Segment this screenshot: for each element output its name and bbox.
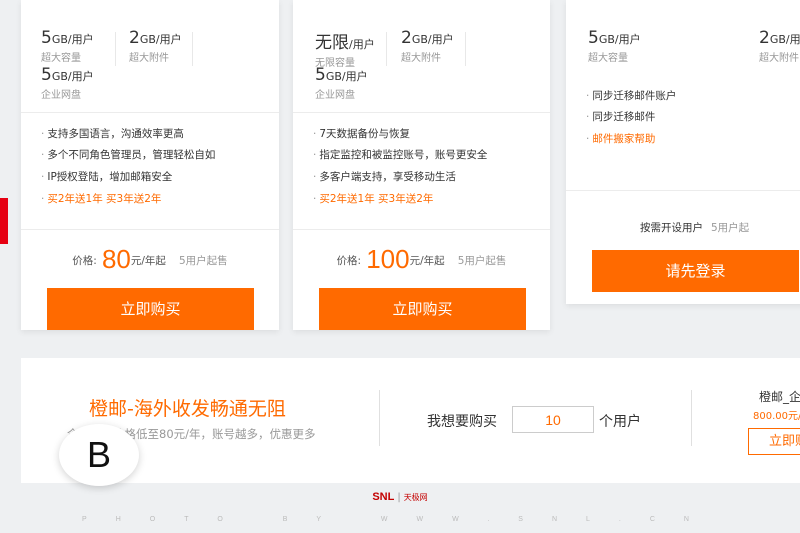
card-divider [293,229,550,230]
spec-netdisk: 5GB/用户 企业网盘 [315,65,368,101]
price-row: 价格: 100元/年起 5用户起售 [336,244,507,274]
side-tab-marker[interactable] [0,198,8,244]
price-amount: 80 [101,244,131,274]
feature-item: 同步迁移邮件 [586,109,655,124]
users-label: 个用户 [599,414,641,430]
feature-item: 支持多国语言，沟通效率更高 [41,126,184,141]
card-divider [21,229,279,230]
feature-item: IP授权登陆，增加邮箱安全 [41,169,172,184]
spec-storage: 无限/用户 无限容量 [315,33,375,69]
open-users-row: 按需开设用户 5用户起 [640,222,750,234]
login-button[interactable]: 请先登录 [592,250,799,292]
spec-divider [386,32,387,66]
purchase-divider [379,390,380,446]
product-price: 800.00元/ [753,411,800,422]
purchase-bar: 橙邮-海外收发畅通无阻 企业邮箱价格低至80元/年，账号越多，优惠更多 我想要购… [21,358,800,483]
card-divider [21,112,279,113]
min-users: 5用户起售 [457,255,507,267]
letter-badge: B [59,424,139,486]
feature-item: 同步迁移邮件账户 [586,88,676,103]
promo-link[interactable]: 买2年送1年 买3年送2年 [41,191,161,206]
footer-logo: SNL | 天极网 [372,491,428,503]
price-row: 价格: 80元/年起 5用户起售 [72,244,228,274]
want-label: 我想要购买 [427,414,497,430]
buy-button[interactable]: 立即购 [748,428,800,455]
migration-help-link[interactable]: 邮件搬家帮助 [586,131,655,146]
spec-attachment: 2GB/用户 超大附件 [759,28,800,64]
spec-divider [465,32,466,66]
photo-credit: PHOTO BY WWW.SNL.CN [82,516,718,523]
spec-attachment: 2GB/用户 超大附件 [401,28,454,64]
quantity-input[interactable] [512,406,594,433]
min-users: 5用户起售 [179,255,228,267]
card-divider [566,190,800,191]
spec-storage: 5GB/用户 超大容量 [588,28,641,64]
product-name: 橙邮_企 [759,390,800,404]
plan-card-premium: 无限/用户 无限容量 2GB/用户 超大附件 5GB/用户 企业网盘 7天数据备… [293,0,550,330]
spec-storage: 5GB/用户 超大容量 [41,28,94,64]
spec-attachment: 2GB/用户 超大附件 [129,28,182,64]
plan-card-migration: 5GB/用户 超大容量 2GB/用户 超大附件 同步迁移邮件账户 同步迁移邮件 … [566,0,800,304]
feature-item: 7天数据备份与恢复 [313,126,410,141]
plan-card-standard: 5GB/用户 超大容量 2GB/用户 超大附件 5GB/用户 企业网盘 支持多国… [21,0,279,330]
buy-now-button[interactable]: 立即购买 [47,288,254,330]
promo-link[interactable]: 买2年送1年 买3年送2年 [313,191,433,206]
purchase-divider [691,390,692,446]
feature-item: 指定监控和被监控账号，账号更安全 [313,147,487,162]
buy-now-button[interactable]: 立即购买 [319,288,526,330]
feature-item: 多个不同角色管理员，管理轻松自如 [41,147,215,162]
spec-divider [115,32,116,66]
card-divider [293,112,550,113]
feature-item: 多客户端支持，享受移动生活 [313,169,456,184]
purchase-title: 橙邮-海外收发畅通无阻 [89,398,286,420]
price-amount: 100 [366,244,410,274]
spec-netdisk: 5GB/用户 企业网盘 [41,65,94,101]
spec-divider [192,32,193,66]
